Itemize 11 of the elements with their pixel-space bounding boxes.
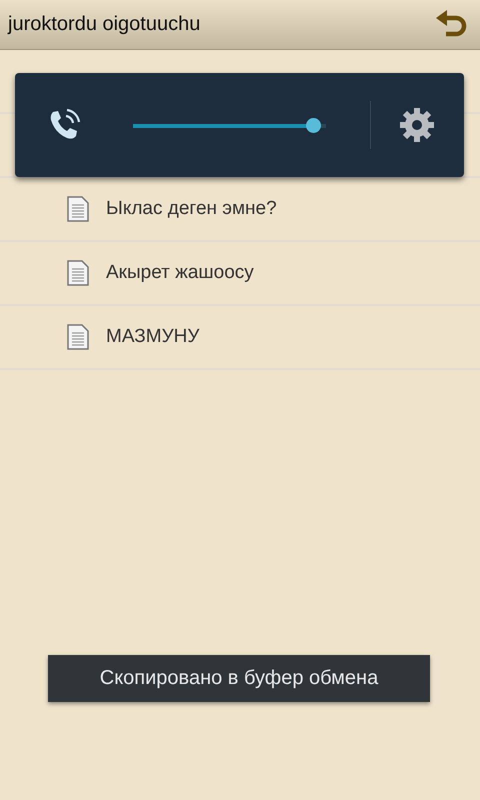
list-item[interactable]: Акырет жашоосу <box>0 242 480 306</box>
document-icon <box>67 324 89 350</box>
toast-message: Скопировано в буфер обмена <box>48 655 430 702</box>
undo-arrow-icon <box>434 10 468 40</box>
document-icon <box>67 196 89 222</box>
volume-slider[interactable] <box>133 118 326 132</box>
settings-button[interactable] <box>399 107 435 143</box>
list-item[interactable]: МАЗМУНУ <box>0 306 480 370</box>
app-title: juroktordu oigotuuchu <box>8 13 200 36</box>
settings-icon <box>399 107 435 143</box>
document-icon <box>67 260 89 286</box>
